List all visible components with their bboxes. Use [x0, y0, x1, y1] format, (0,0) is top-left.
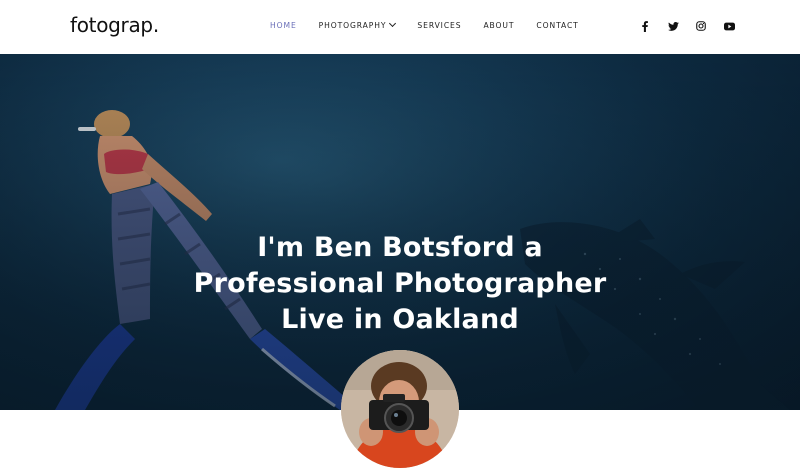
instagram-icon[interactable]	[687, 18, 715, 34]
hero-title: I'm Ben Botsford a Professional Photogra…	[0, 230, 800, 338]
chevron-down-icon	[389, 19, 397, 28]
avatar	[341, 350, 459, 468]
hero-title-line: I'm Ben Botsford a	[257, 232, 543, 263]
social-links	[631, 18, 743, 34]
hero-title-line: Live in Oakland	[281, 304, 519, 335]
nav-services[interactable]: SERVICES	[417, 21, 461, 30]
youtube-icon[interactable]	[715, 18, 743, 34]
nav-photography-label: PHOTOGRAPHY	[318, 21, 387, 30]
nav-contact[interactable]: CONTACT	[536, 21, 578, 30]
nav-about[interactable]: ABOUT	[483, 21, 514, 30]
site-logo[interactable]: fotograp.	[70, 13, 159, 37]
facebook-icon[interactable]	[631, 18, 659, 34]
nav-home[interactable]: HOME	[270, 21, 297, 30]
logo-dot: .	[152, 13, 159, 37]
logo-text: fotograp	[70, 13, 153, 37]
nav-photography[interactable]: PHOTOGRAPHY	[318, 19, 397, 30]
twitter-icon[interactable]	[659, 18, 687, 34]
site-header: fotograp. HOME PHOTOGRAPHY SERVICES ABOU…	[0, 0, 800, 54]
photographer-portrait	[341, 350, 459, 468]
hero-title-line: Professional Photographer	[193, 268, 607, 299]
main-nav: HOME PHOTOGRAPHY SERVICES ABOUT CONTACT	[270, 19, 601, 30]
